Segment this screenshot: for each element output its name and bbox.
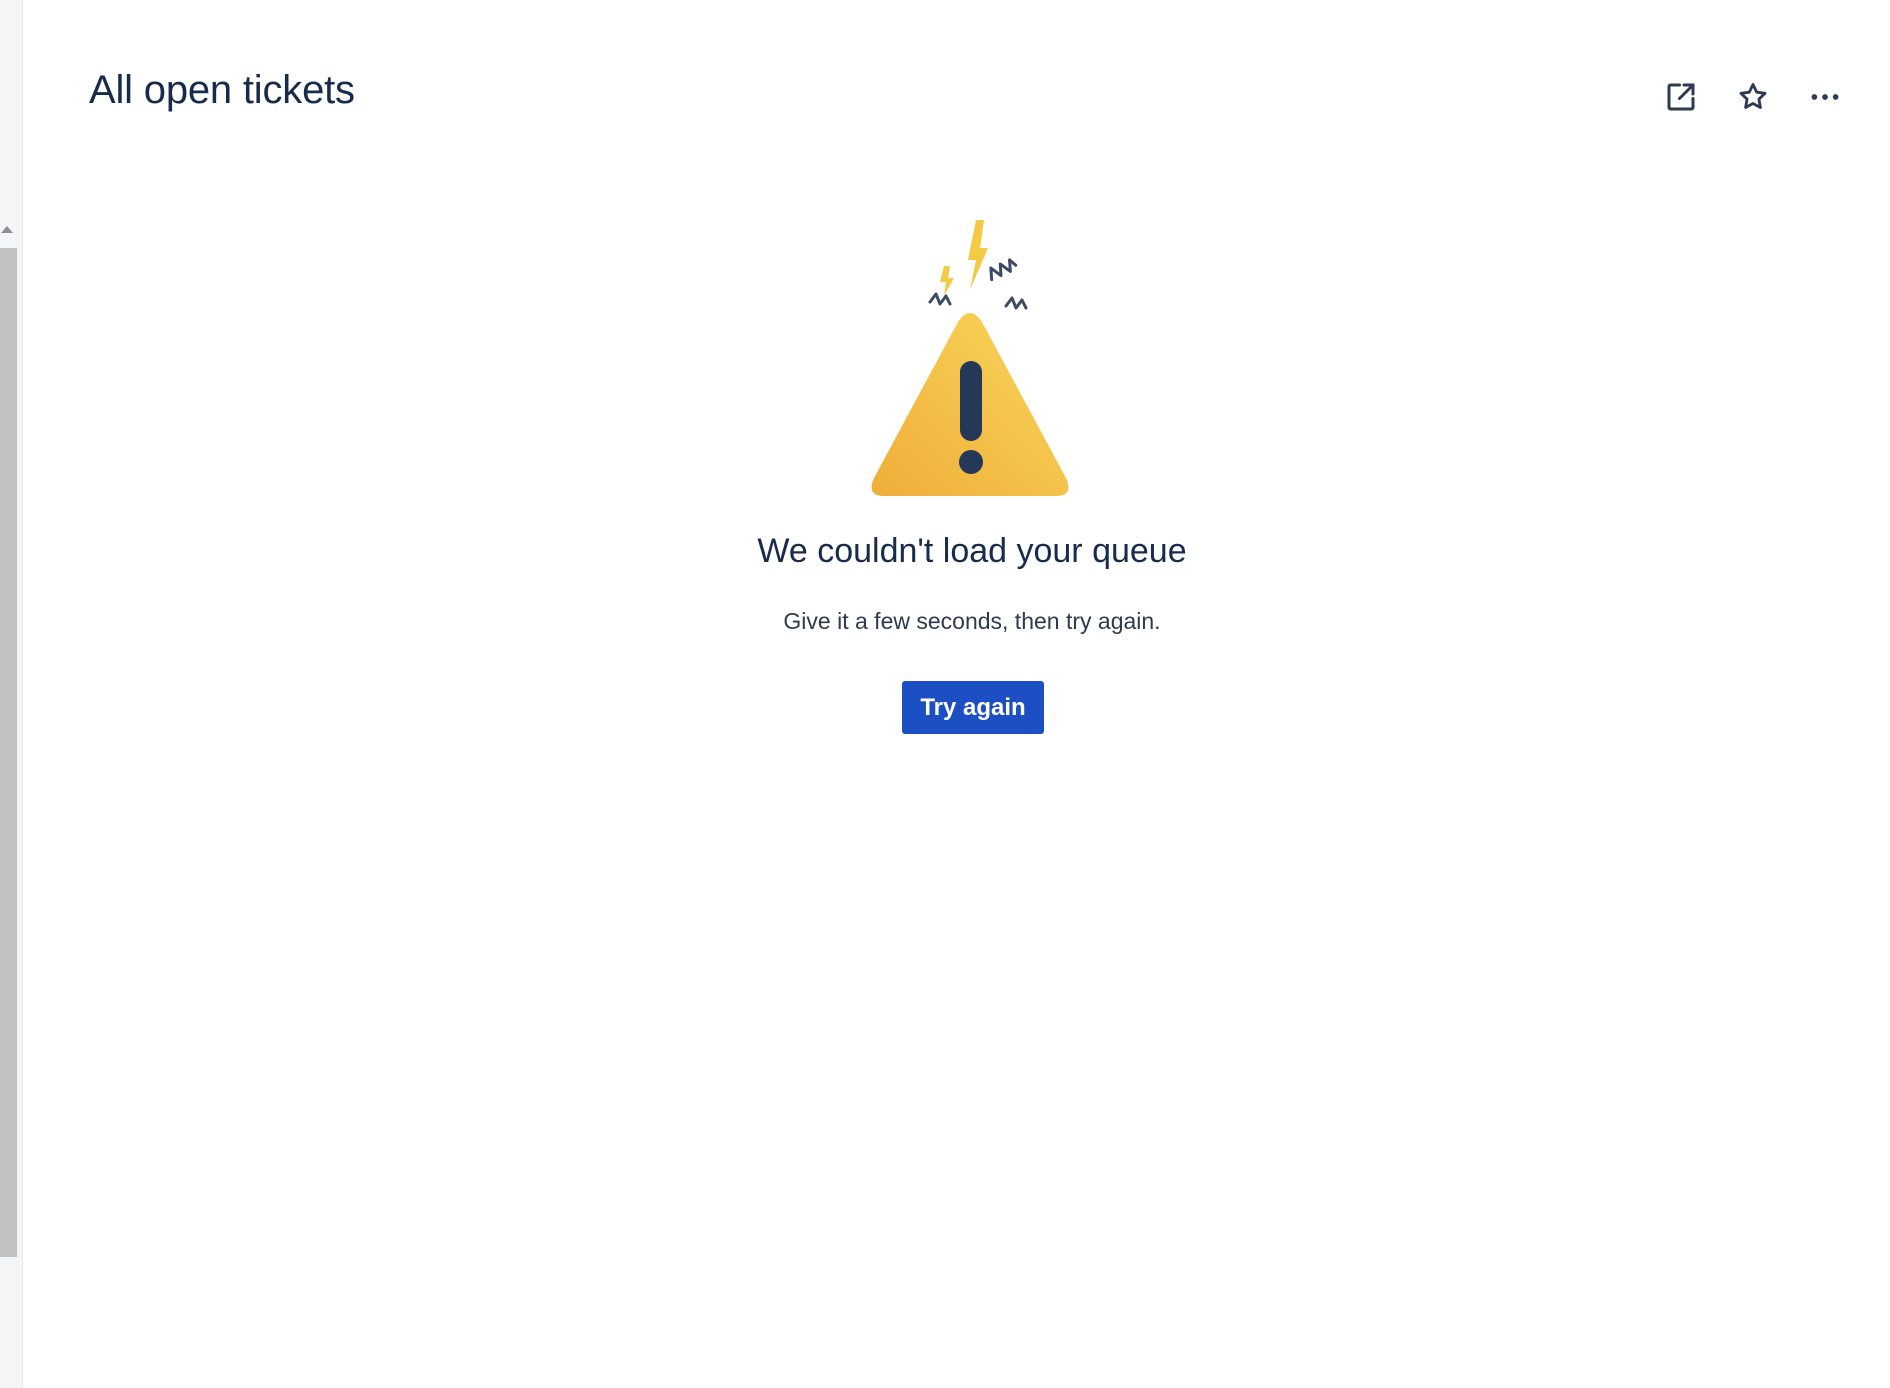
warning-triangle-icon bbox=[871, 220, 1069, 496]
star-icon bbox=[1739, 83, 1767, 109]
open-new-window-button[interactable] bbox=[1656, 72, 1706, 122]
scroll-up-arrow[interactable] bbox=[1, 226, 13, 233]
scrollbar-thumb[interactable] bbox=[0, 248, 17, 1257]
star-button[interactable] bbox=[1728, 72, 1778, 122]
header-actions bbox=[1656, 72, 1850, 122]
open-new-window-icon bbox=[1667, 83, 1695, 111]
more-options-icon bbox=[1811, 94, 1839, 100]
more-options-button[interactable] bbox=[1800, 72, 1850, 122]
try-again-button[interactable]: Try again bbox=[902, 681, 1044, 734]
page-title: All open tickets bbox=[89, 68, 355, 112]
left-scroll-gutter bbox=[0, 0, 23, 1388]
error-title: We couldn't load your queue bbox=[757, 532, 1187, 570]
error-description: Give it a few seconds, then try again. bbox=[783, 608, 1161, 634]
